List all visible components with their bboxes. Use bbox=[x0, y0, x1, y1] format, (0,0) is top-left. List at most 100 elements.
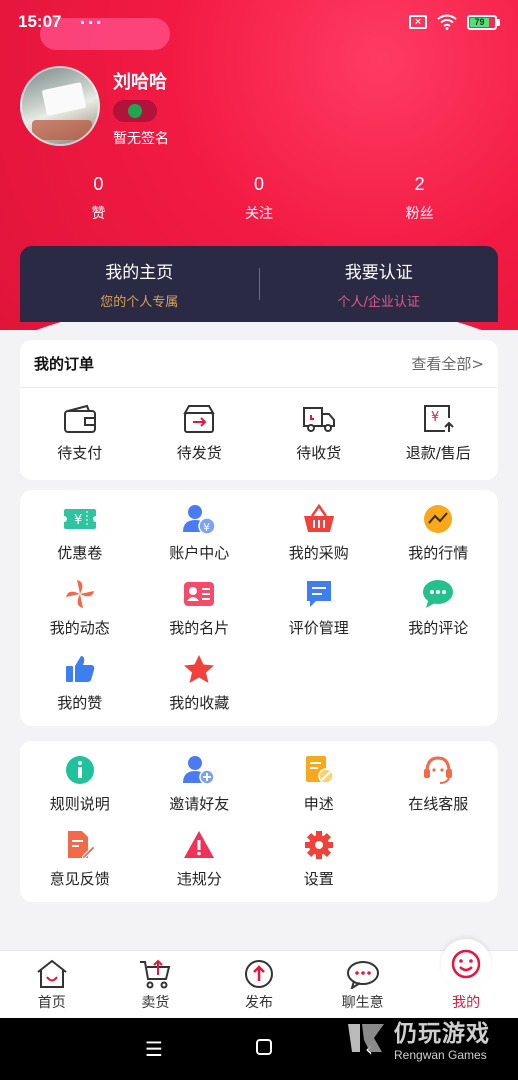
battery-icon: 79 bbox=[467, 14, 500, 30]
battery-level: 79 bbox=[470, 17, 489, 27]
service-label: 我的动态 bbox=[49, 619, 110, 637]
cart-icon bbox=[140, 959, 171, 989]
account-center-item[interactable]: ¥ 账户中心 bbox=[140, 504, 260, 579]
verify-title: 我要认证 bbox=[344, 263, 413, 283]
info-icon bbox=[63, 755, 97, 785]
help-label: 设置 bbox=[303, 870, 334, 888]
tab-publish[interactable]: 发布 bbox=[207, 951, 311, 1018]
feedback-icon bbox=[63, 830, 97, 860]
violation-score-item[interactable]: 违规分 bbox=[140, 830, 260, 905]
my-homepage-title: 我的主页 bbox=[105, 263, 174, 283]
watermark-en: Rengwan Games bbox=[394, 1048, 487, 1062]
my-purchase-item[interactable]: 我的采购 bbox=[259, 504, 379, 579]
orders-title: 我的订单 bbox=[34, 355, 95, 373]
help-label: 申述 bbox=[303, 795, 334, 813]
order-label: 待收货 bbox=[296, 443, 342, 462]
service-label: 我的名片 bbox=[169, 619, 230, 637]
avatar[interactable] bbox=[20, 66, 100, 146]
stat-label: 赞 bbox=[91, 206, 106, 222]
my-comments-item[interactable]: 我的评论 bbox=[379, 579, 499, 654]
stat-likes[interactable]: 0 赞 bbox=[18, 174, 179, 223]
appeal-item[interactable]: 申述 bbox=[259, 755, 379, 830]
card-icon bbox=[182, 579, 216, 609]
tab-mine[interactable]: 我的 bbox=[414, 939, 518, 1018]
stat-following[interactable]: 0 关注 bbox=[179, 174, 340, 223]
coupon-icon: ¥ bbox=[62, 504, 97, 534]
verify-button[interactable]: 我要认证 个人/企业认证 bbox=[260, 258, 499, 310]
box-send-icon bbox=[182, 404, 216, 434]
watermark: 仍玩游戏 Rengwan Games bbox=[344, 1014, 490, 1062]
help-grid: 规则说明 邀请好友 申述 在线客服 意见反馈 违规分 设置 bbox=[20, 755, 498, 905]
account-icon: ¥ bbox=[182, 504, 216, 534]
publish-icon bbox=[244, 960, 273, 988]
bottom-tab-bar: 首页 卖货 发布 聊生意 我的 bbox=[0, 939, 518, 1018]
menu-icon[interactable]: ☰ bbox=[145, 1037, 163, 1061]
rules-item[interactable]: 规则说明 bbox=[20, 755, 140, 830]
chat-icon bbox=[346, 961, 379, 989]
tab-chat[interactable]: 聊生意 bbox=[311, 951, 415, 1018]
truck-icon bbox=[302, 404, 336, 434]
my-market-item[interactable]: 我的行情 bbox=[379, 504, 499, 579]
service-label: 优惠卷 bbox=[57, 544, 103, 562]
order-label: 退款/售后 bbox=[405, 443, 471, 462]
help-label: 邀请好友 bbox=[169, 795, 230, 813]
stat-label: 关注 bbox=[245, 206, 273, 222]
home-square-icon[interactable] bbox=[255, 1037, 273, 1061]
online-service-item[interactable]: 在线客服 bbox=[379, 755, 499, 830]
appeal-icon bbox=[302, 755, 336, 785]
active-tab-bubble bbox=[441, 939, 492, 989]
help-label: 违规分 bbox=[176, 870, 222, 888]
status-time: 15:07 bbox=[18, 12, 62, 31]
service-label: 我的评论 bbox=[408, 619, 469, 637]
review-manage-item[interactable]: 评价管理 bbox=[259, 579, 379, 654]
thumb-icon bbox=[63, 654, 97, 684]
svg-text:¥: ¥ bbox=[74, 513, 82, 528]
feedback-item[interactable]: 意见反馈 bbox=[20, 830, 140, 905]
order-pending-payment[interactable]: 待支付 bbox=[20, 388, 140, 478]
my-favorites-item[interactable]: 我的收藏 bbox=[140, 654, 260, 729]
tab-label: 发布 bbox=[244, 995, 273, 1011]
order-pending-receipt[interactable]: 待收货 bbox=[259, 388, 379, 478]
order-pending-shipment[interactable]: 待发货 bbox=[140, 388, 260, 478]
help-label: 规则说明 bbox=[49, 795, 110, 813]
stat-value: 2 bbox=[414, 174, 425, 194]
status-more-dots: ··· bbox=[79, 12, 104, 32]
coupon-item[interactable]: ¥ 优惠卷 bbox=[20, 504, 140, 579]
stat-value: 0 bbox=[254, 174, 265, 194]
orders-panel: 我的订单 查看全部> 待支付 待发货 待收货 ¥ 退款/售后 bbox=[20, 340, 498, 480]
warning-icon bbox=[182, 830, 216, 860]
tab-home[interactable]: 首页 bbox=[0, 951, 104, 1018]
service-label: 账户中心 bbox=[169, 544, 230, 562]
level-badge-icon bbox=[113, 100, 157, 122]
order-refund[interactable]: ¥ 退款/售后 bbox=[379, 388, 499, 478]
orders-header: 我的订单 查看全部> bbox=[20, 340, 498, 388]
my-feed-item[interactable]: 我的动态 bbox=[20, 579, 140, 654]
svg-text:¥: ¥ bbox=[203, 521, 210, 534]
settings-item[interactable]: 设置 bbox=[259, 830, 379, 905]
service-label: 我的采购 bbox=[288, 544, 349, 562]
profile-info: 刘哈哈 暂无签名 bbox=[113, 66, 169, 148]
invite-friends-item[interactable]: 邀请好友 bbox=[140, 755, 260, 830]
my-card-item[interactable]: 我的名片 bbox=[140, 579, 260, 654]
user-profile[interactable]: 刘哈哈 暂无签名 bbox=[20, 66, 169, 148]
stat-followers[interactable]: 2 粉丝 bbox=[339, 174, 500, 223]
user-name: 刘哈哈 bbox=[113, 72, 167, 93]
service-label: 我的赞 bbox=[57, 694, 103, 712]
comment-icon bbox=[421, 579, 455, 609]
watermark-logo-icon bbox=[348, 1024, 384, 1052]
my-homepage-subtitle: 您的个人专属 bbox=[100, 295, 179, 310]
my-likes-item[interactable]: 我的赞 bbox=[20, 654, 140, 729]
tab-label: 我的 bbox=[452, 995, 481, 1011]
user-signature: 暂无签名 bbox=[113, 131, 169, 147]
home-verify-card: 我的主页 您的个人专属 我要认证 个人/企业认证 bbox=[20, 246, 498, 322]
tab-sell[interactable]: 卖货 bbox=[104, 951, 208, 1018]
add-user-icon bbox=[182, 755, 216, 785]
wallet-icon bbox=[63, 404, 97, 434]
smile-icon bbox=[451, 949, 481, 979]
view-all-orders-link[interactable]: 查看全部> bbox=[411, 353, 484, 374]
my-homepage-button[interactable]: 我的主页 您的个人专属 bbox=[20, 258, 259, 310]
watermark-text: 仍玩游戏 Rengwan Games bbox=[394, 1014, 490, 1062]
stat-value: 0 bbox=[93, 174, 104, 194]
services-grid: ¥ 优惠卷 ¥ 账户中心 我的采购 我的行情 我的动态 我的名片 评价管理 我的… bbox=[20, 504, 498, 729]
trend-icon bbox=[421, 504, 455, 534]
